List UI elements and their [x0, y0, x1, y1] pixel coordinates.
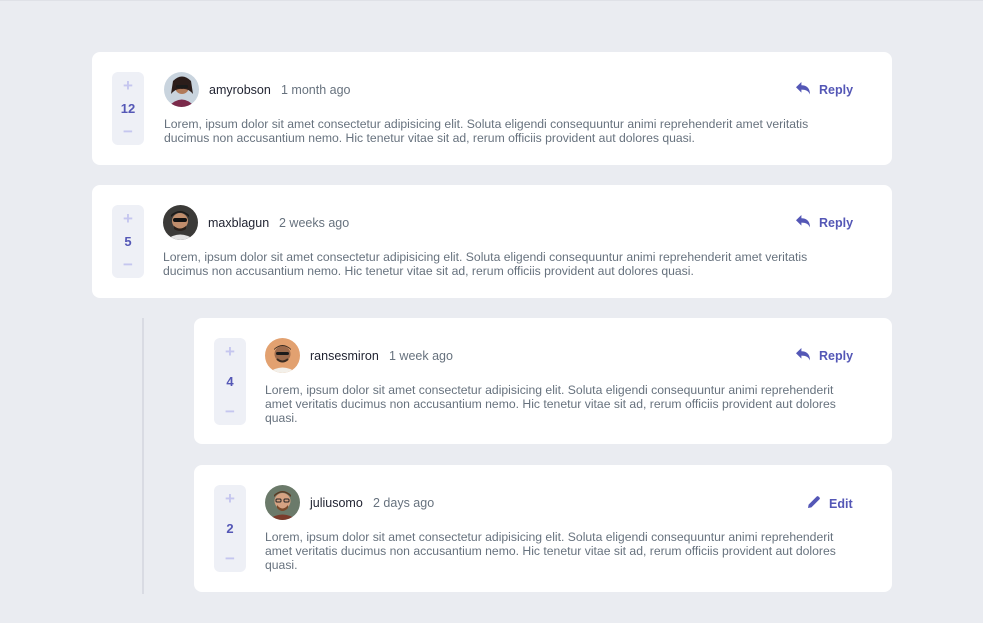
reply-label: Reply: [819, 83, 854, 97]
edit-button[interactable]: Edit: [807, 495, 853, 512]
downvote-button[interactable]: −: [214, 550, 246, 567]
downvote-button[interactable]: −: [112, 123, 144, 140]
reply-label: Reply: [819, 216, 854, 230]
score-value: 5: [124, 234, 132, 249]
username[interactable]: juliusomo: [310, 496, 363, 510]
edit-label: Edit: [829, 496, 853, 511]
avatar[interactable]: [265, 338, 300, 373]
reply-label: Reply: [819, 349, 854, 363]
reply-button[interactable]: Reply: [796, 215, 853, 231]
reply-card: + 2 − juliusomo 2 days ago Edit Lorem, i…: [194, 465, 892, 592]
score-value: 12: [120, 101, 136, 116]
reply-card: + 4 − ransesmiron 1 week ago Reply Lorem…: [194, 318, 892, 444]
vote-widget: + 5 −: [112, 205, 144, 278]
username[interactable]: ransesmiron: [310, 349, 379, 363]
reply-button[interactable]: Reply: [796, 82, 853, 98]
upvote-button[interactable]: +: [214, 343, 246, 360]
upvote-button[interactable]: +: [214, 490, 246, 507]
downvote-button[interactable]: −: [214, 403, 246, 420]
vote-widget: + 2 −: [214, 485, 246, 572]
reply-icon: [796, 215, 811, 231]
timestamp: 2 days ago: [373, 496, 435, 510]
reply-icon: [796, 348, 811, 364]
reply-icon: [796, 82, 811, 98]
comment-text: Lorem, ipsum dolor sit amet consectetur …: [163, 250, 808, 278]
downvote-button[interactable]: −: [112, 256, 144, 273]
vote-widget: + 12 −: [112, 72, 144, 145]
score-value: 2: [226, 521, 234, 536]
vote-widget: + 4 −: [214, 338, 246, 425]
comment-card: + 12 − amyrobson 1 month ago Reply Lorem…: [92, 52, 892, 165]
comment-text: Lorem, ipsum dolor sit amet consectetur …: [265, 383, 836, 425]
avatar[interactable]: [265, 485, 300, 520]
score-value: 4: [226, 374, 234, 389]
reply-thread-line: [142, 318, 144, 594]
comment-card: + 5 − maxblagun 2 weeks ago Reply Lorem,…: [92, 185, 892, 298]
username[interactable]: maxblagun: [208, 216, 269, 230]
comment-text: Lorem, ipsum dolor sit amet consectetur …: [265, 530, 836, 572]
timestamp: 1 month ago: [281, 83, 351, 97]
timestamp: 2 weeks ago: [279, 216, 350, 230]
avatar[interactable]: [164, 72, 199, 107]
upvote-button[interactable]: +: [112, 210, 144, 227]
reply-button[interactable]: Reply: [796, 348, 853, 364]
upvote-button[interactable]: +: [112, 77, 144, 94]
username[interactable]: amyrobson: [209, 83, 271, 97]
comment-text: Lorem, ipsum dolor sit amet consectetur …: [164, 117, 809, 145]
avatar[interactable]: [163, 205, 198, 240]
edit-icon: [807, 495, 821, 512]
timestamp: 1 week ago: [389, 349, 453, 363]
